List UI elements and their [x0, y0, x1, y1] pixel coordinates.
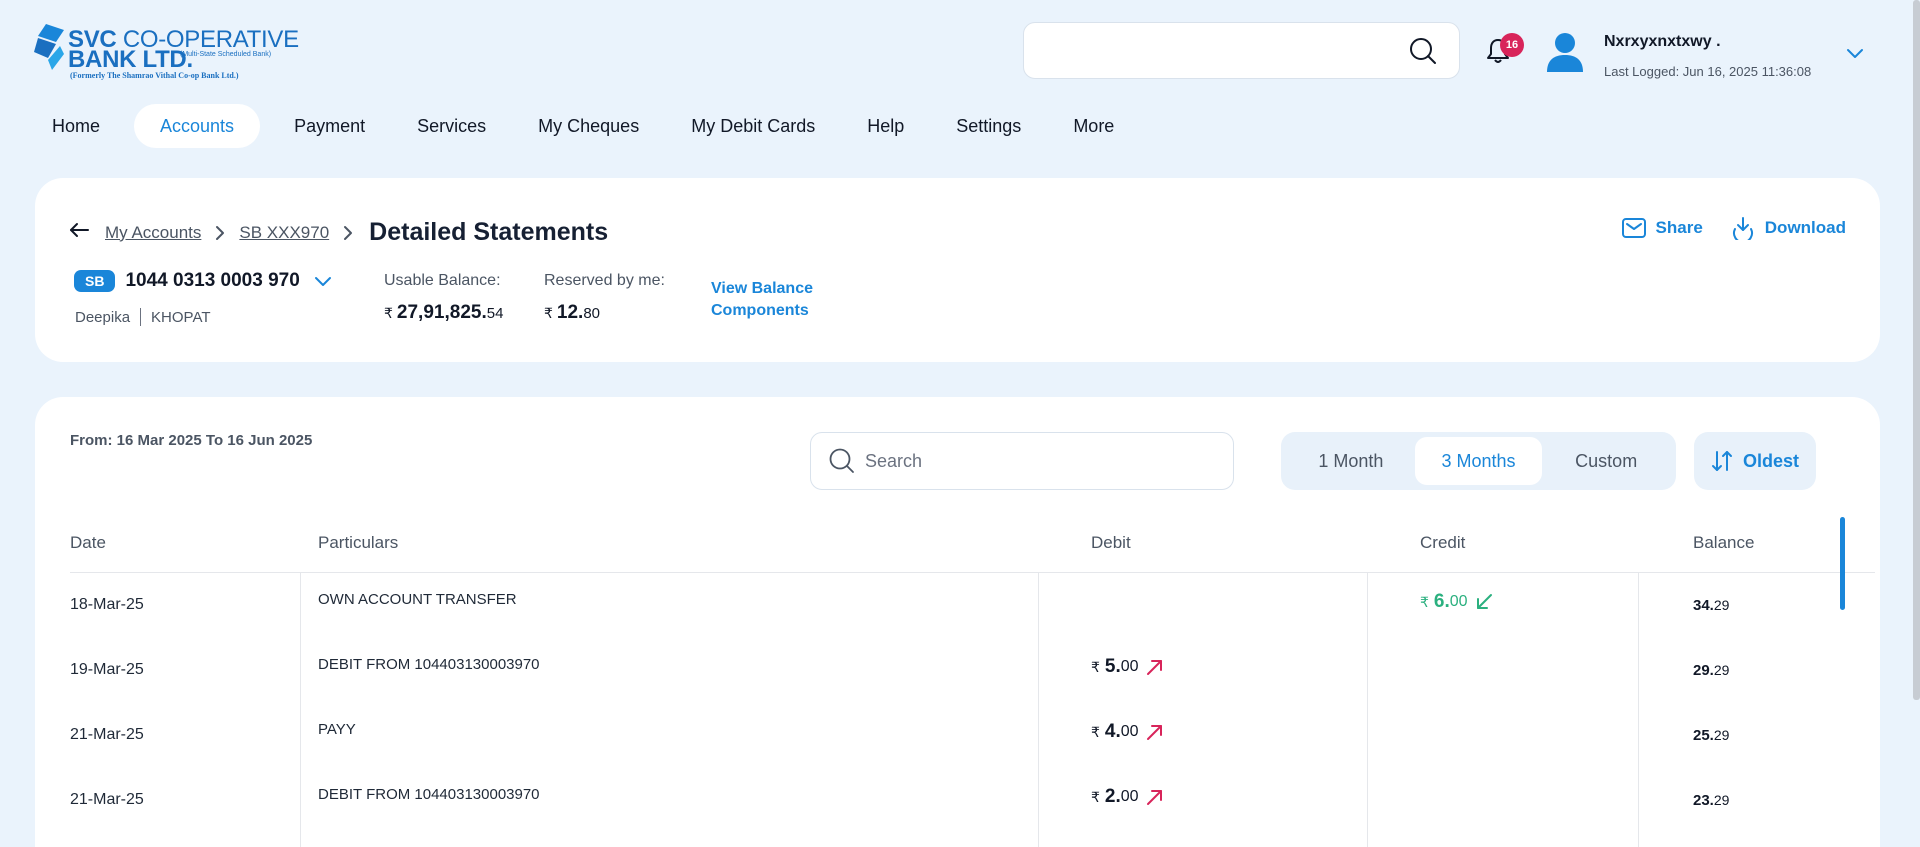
- period-custom[interactable]: Custom: [1542, 437, 1670, 485]
- user-avatar-icon[interactable]: [1546, 32, 1584, 72]
- page-title: Detailed Statements: [369, 218, 609, 246]
- nav-services[interactable]: Services: [399, 104, 504, 148]
- column-balance[interactable]: Balance: [1693, 533, 1754, 553]
- usable-balance-value: ₹27,91,825.54: [384, 302, 504, 323]
- nav-payment[interactable]: Payment: [276, 104, 383, 148]
- logo-line-3: (Formerly The Shamrao Vithal Co-op Bank …: [70, 71, 239, 80]
- table-row[interactable]: 21-Mar-25 PAYY ₹4. 00 25.29: [70, 703, 1875, 768]
- row-credit: ₹6. 00: [1420, 591, 1493, 613]
- column-date[interactable]: Date: [70, 533, 106, 553]
- table-row[interactable]: 18-Mar-25 OWN ACCOUNT TRANSFER ₹6. 00 34.…: [70, 573, 1875, 638]
- download-icon: [1732, 217, 1753, 240]
- row-balance: 34.29: [1693, 597, 1730, 614]
- download-button[interactable]: Download: [1731, 216, 1846, 240]
- logo-line-2: BANK LTD.: [68, 46, 193, 73]
- row-debit: ₹5. 00: [1091, 656, 1164, 678]
- arrow-down-left-icon: [1476, 594, 1492, 609]
- row-debit: ₹4. 00: [1091, 721, 1164, 743]
- account-number: 1044 0313 0003 970: [125, 270, 300, 291]
- sort-label: Oldest: [1742, 450, 1799, 471]
- divider: [140, 308, 142, 326]
- statement-search[interactable]: [810, 432, 1234, 490]
- period-1-month[interactable]: 1 Month: [1287, 437, 1415, 485]
- nav-more[interactable]: More: [1055, 104, 1132, 148]
- nav-accounts[interactable]: Accounts: [134, 104, 261, 148]
- row-date: 18-Mar-25: [70, 596, 144, 613]
- reserved-balance-value: ₹12.80: [544, 302, 601, 323]
- nav-my-cheques[interactable]: My Cheques: [520, 104, 657, 148]
- sort-button[interactable]: Oldest: [1694, 432, 1816, 490]
- notification-badge: 16: [1500, 33, 1524, 57]
- breadcrumb: My Accounts SB XXX970 Detailed Statement…: [69, 218, 608, 247]
- page-scrollbar[interactable]: [1913, 0, 1920, 700]
- account-holder-info: Deepika KHOPAT: [75, 308, 211, 326]
- statement-actions: Share Download: [1594, 216, 1846, 240]
- nav-help[interactable]: Help: [849, 104, 922, 148]
- chevron-down-icon[interactable]: [1846, 46, 1864, 64]
- arrow-up-right-icon: [1146, 725, 1162, 740]
- account-type-badge: SB: [74, 270, 116, 292]
- share-label: Share: [1655, 218, 1703, 237]
- account-selector[interactable]: SB 1044 0313 0003 970: [74, 270, 332, 292]
- sort-icon: [1711, 451, 1732, 471]
- usable-balance-label: Usable Balance:: [384, 272, 501, 289]
- global-search-input[interactable]: [1023, 22, 1460, 79]
- search-icon: [829, 448, 854, 473]
- row-balance: 29.29: [1693, 662, 1730, 679]
- row-particulars: DEBIT FROM 104403130003970: [318, 786, 540, 803]
- arrow-up-right-icon: [1146, 660, 1162, 675]
- row-particulars: DEBIT FROM 104403130003970: [318, 656, 540, 673]
- statement-card: From: 16 Mar 2025 To 16 Jun 2025 1 Month…: [35, 397, 1880, 847]
- table-header: Date Particulars Debit Credit Balance: [70, 515, 1875, 573]
- row-date: 21-Mar-25: [70, 726, 144, 743]
- last-logged: Last Logged: Jun 16, 2025 11:36:08: [1604, 64, 1812, 79]
- column-credit[interactable]: Credit: [1420, 533, 1465, 553]
- search-icon[interactable]: [1409, 37, 1437, 70]
- row-balance: 25.29: [1693, 727, 1730, 744]
- row-date: 21-Mar-25: [70, 791, 144, 808]
- arrow-up-right-icon: [1146, 790, 1162, 805]
- row-debit: ₹2. 00: [1091, 786, 1164, 808]
- reserved-balance: Reserved by me: ₹12.80: [544, 272, 665, 324]
- table-row[interactable]: 21-Mar-25 DEBIT FROM 104403130003970 ₹2.…: [70, 768, 1875, 833]
- period-selector: 1 Month 3 Months Custom: [1281, 432, 1676, 490]
- breadcrumb-account[interactable]: SB XXX970: [239, 223, 329, 243]
- statement-search-input[interactable]: [865, 450, 1205, 472]
- reserved-balance-label: Reserved by me:: [544, 272, 665, 289]
- nav-settings[interactable]: Settings: [938, 104, 1039, 148]
- table-row[interactable]: 19-Mar-25 DEBIT FROM 104403130003970 ₹5.…: [70, 638, 1875, 703]
- row-date: 19-Mar-25: [70, 661, 144, 678]
- view-balance-components-link[interactable]: View Balance Components: [711, 278, 821, 322]
- account-branch: KHOPAT: [151, 308, 211, 326]
- mail-icon: [1621, 218, 1646, 238]
- chevron-right-icon: [215, 225, 225, 241]
- download-label: Download: [1764, 218, 1846, 237]
- row-balance: 23.29: [1693, 792, 1730, 809]
- column-debit[interactable]: Debit: [1091, 533, 1131, 553]
- account-holder: Deepika: [75, 308, 131, 326]
- logo-small-text: (Multi-State Scheduled Bank): [180, 51, 272, 58]
- row-particulars: OWN ACCOUNT TRANSFER: [318, 591, 517, 608]
- period-3-months[interactable]: 3 Months: [1414, 437, 1543, 485]
- nav-home[interactable]: Home: [34, 104, 118, 148]
- logo-mark-icon: [34, 24, 64, 70]
- chevron-right-icon: [343, 225, 353, 241]
- chevron-down-icon[interactable]: [314, 275, 332, 287]
- column-particulars[interactable]: Particulars: [318, 533, 398, 553]
- bank-logo[interactable]: SVC CO-OPERATIVE BANK LTD. (Multi-State …: [34, 24, 299, 84]
- table-scrollbar[interactable]: [1840, 517, 1845, 610]
- user-name: Nxrxyxnxtxwy .: [1604, 33, 1721, 50]
- account-summary-card: My Accounts SB XXX970 Detailed Statement…: [35, 178, 1880, 362]
- nav-my-debit-cards[interactable]: My Debit Cards: [673, 104, 833, 148]
- share-button[interactable]: Share: [1621, 218, 1703, 238]
- back-arrow-icon[interactable]: [69, 222, 89, 243]
- row-particulars: PAYY: [318, 721, 356, 738]
- main-nav: Home Accounts Payment Services My Cheque…: [34, 104, 1148, 148]
- breadcrumb-my-accounts[interactable]: My Accounts: [105, 223, 201, 243]
- statement-range: From: 16 Mar 2025 To 16 Jun 2025: [70, 432, 313, 449]
- usable-balance: Usable Balance: ₹27,91,825.54: [384, 272, 503, 324]
